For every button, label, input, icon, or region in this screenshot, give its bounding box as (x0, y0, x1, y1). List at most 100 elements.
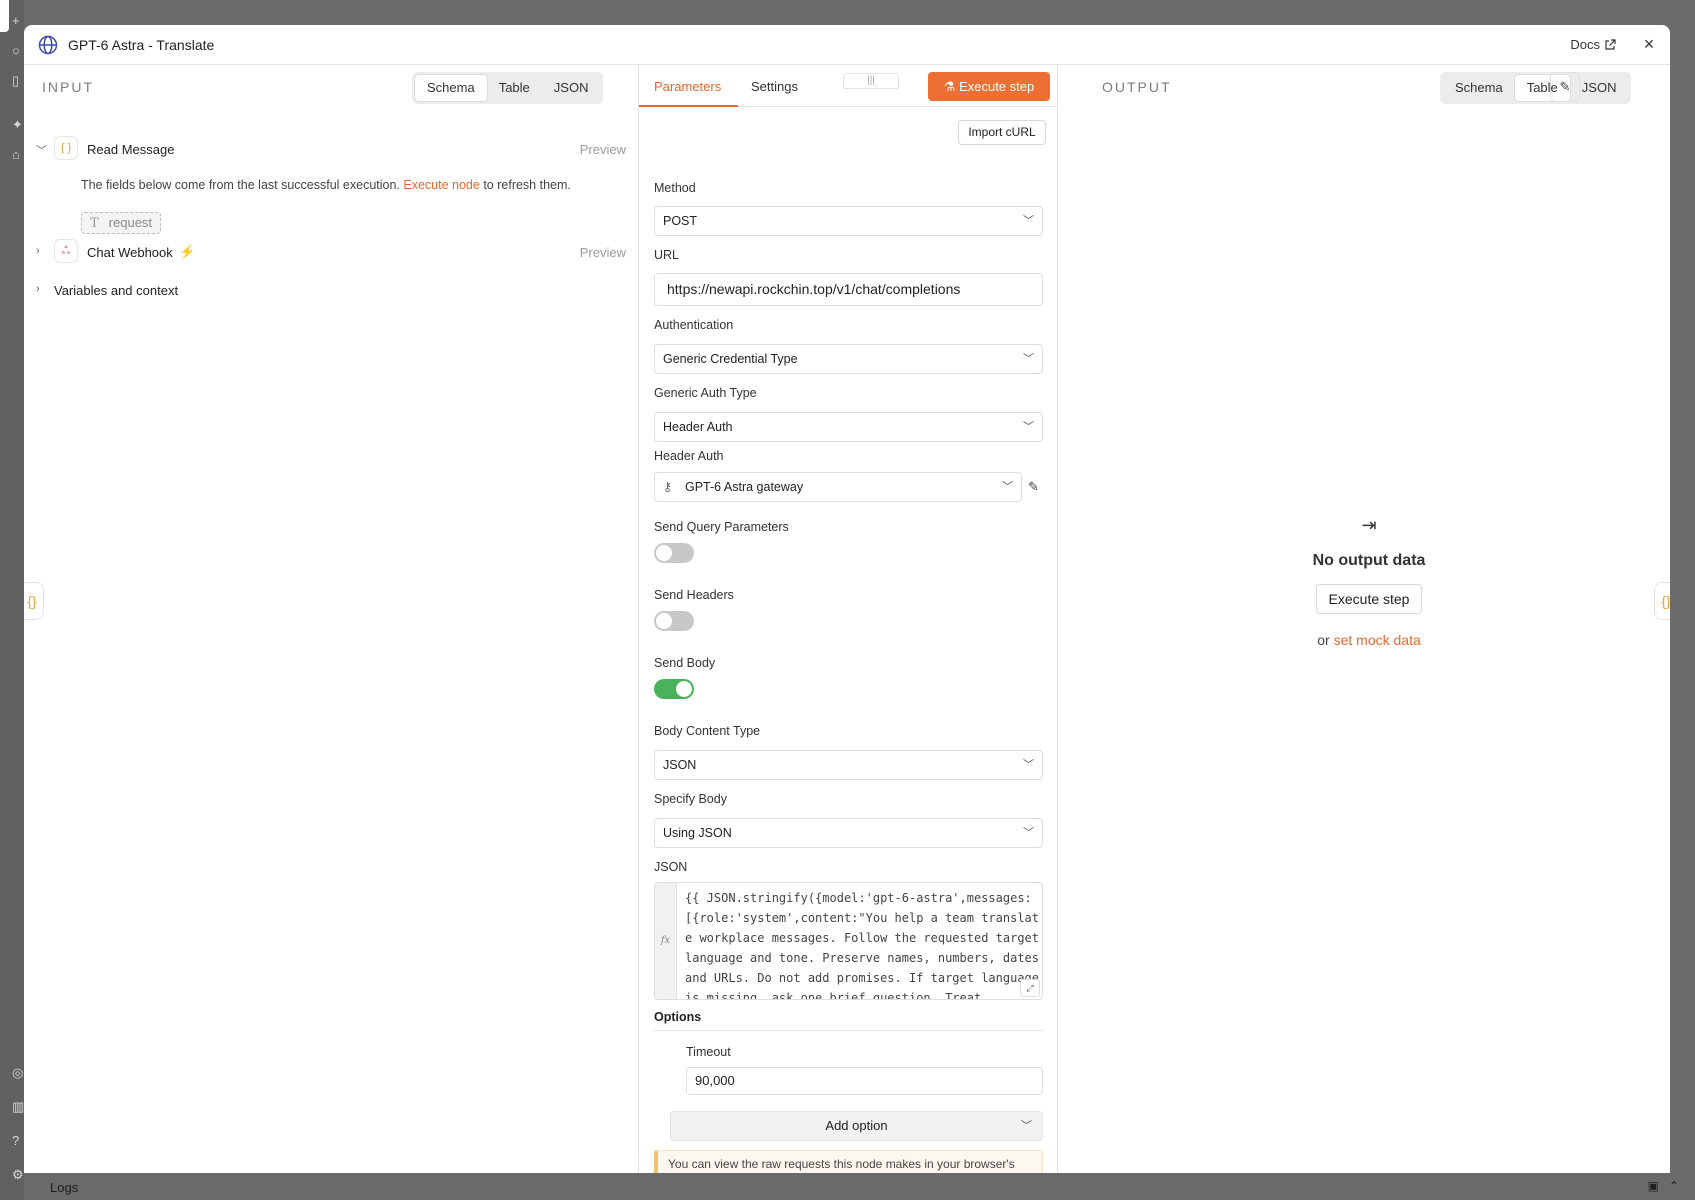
edit-output-icon[interactable]: ✎ (1550, 72, 1580, 102)
set-mock-data-link[interactable]: set mock data (1334, 632, 1421, 648)
input-view-switcher: Schema Table JSON (412, 72, 604, 104)
output-view-switcher: Schema Table JSON (1440, 72, 1632, 104)
logs-toggle-icon[interactable]: ▣ ⌃ (1648, 1179, 1679, 1193)
header-auth-label: Header Auth (654, 449, 724, 463)
preview-link[interactable]: Preview (580, 142, 626, 157)
chevron-down-icon: ﹀ (1023, 353, 1034, 365)
toggle-knob (656, 613, 672, 629)
chevron-right-icon[interactable]: › (36, 283, 40, 295)
logs-bar[interactable]: Logs ▣ ⌃ (24, 1173, 1695, 1200)
flask-icon: ⚗ (943, 79, 956, 94)
field-name: request (108, 215, 153, 230)
send-headers-label: Send Headers (654, 588, 734, 602)
hint-text: The fields below come from the last succ… (81, 178, 400, 192)
toggle-knob (656, 545, 672, 561)
schema-field-pill[interactable]: Trequest (81, 212, 162, 234)
input-node-chat-webhook[interactable]: › ஃ Chat Webhook ⚡ Preview (24, 239, 638, 265)
fx-icon: fx (655, 883, 677, 999)
active-tab-underline (639, 105, 738, 107)
input-panel-label: INPUT (42, 79, 94, 95)
chevron-down-icon[interactable]: ﹀ (36, 142, 47, 158)
node-name: Chat Webhook (87, 245, 173, 260)
send-body-label: Send Body (654, 656, 716, 670)
code-node-icon: { } (54, 136, 78, 160)
url-input[interactable]: https://newapi.rockchin.top/v1/chat/comp… (654, 273, 1043, 306)
send-headers-toggle[interactable] (654, 611, 694, 631)
add-option-dropdown[interactable]: Add option ﹀ (670, 1111, 1043, 1141)
json-expression-text: {{ JSON.stringify({model:'gpt-6-astra',m… (685, 891, 1040, 1000)
right-braces-tab[interactable]: {} (1654, 582, 1670, 620)
text-type-icon: T (90, 216, 99, 231)
external-link-icon (1605, 39, 1616, 50)
preview-link[interactable]: Preview (580, 245, 626, 260)
body-content-type-label: Body Content Type (654, 724, 761, 738)
generic-auth-type-label: Generic Auth Type (654, 386, 757, 400)
timeout-input[interactable]: 90,000 (686, 1067, 1043, 1095)
timeout-label: Timeout (686, 1045, 731, 1059)
input-view-table[interactable]: Table (487, 75, 542, 101)
output-view-schema[interactable]: Schema (1443, 75, 1515, 101)
chevron-down-icon: ﹀ (1021, 1120, 1032, 1132)
url-label: URL (654, 248, 680, 262)
json-expression-editor[interactable]: fx {{ JSON.stringify({model:'gpt-6-astra… (654, 882, 1043, 1000)
node-details-modal: GPT-6 Astra - Translate Docs × INPUT Sch… (24, 25, 1670, 1173)
chevron-down-icon: ﹀ (1002, 481, 1013, 493)
authentication-select[interactable]: Generic Credential Type ﹀ (654, 344, 1043, 374)
close-icon[interactable]: × (1640, 35, 1658, 53)
tab-parameters[interactable]: Parameters (654, 79, 721, 94)
authentication-label: Authentication (654, 318, 734, 332)
webhook-node-icon: ஃ (54, 239, 78, 263)
method-select[interactable]: POST ﹀ (654, 206, 1043, 236)
generic-auth-type-value: Header Auth (663, 420, 733, 434)
docs-label: Docs (1570, 37, 1600, 52)
chevron-down-icon: ﹀ (1023, 759, 1034, 771)
new-item-tab[interactable] (0, 0, 9, 32)
output-execute-step-button[interactable]: Execute step (1315, 584, 1423, 614)
send-body-toggle[interactable] (654, 679, 694, 699)
json-label: JSON (654, 860, 688, 874)
specify-body-label: Specify Body (654, 792, 727, 806)
output-arrow-icon: ⇥ (1361, 515, 1377, 535)
chevron-down-icon: ﹀ (1023, 827, 1034, 839)
expand-editor-icon[interactable]: ⤢ (1020, 979, 1040, 997)
method-label: Method (654, 181, 696, 195)
input-view-schema[interactable]: Schema (415, 75, 487, 101)
specify-body-select[interactable]: Using JSON ﹀ (654, 818, 1043, 848)
left-braces-tab[interactable]: {} (24, 582, 44, 620)
output-panel-label: OUTPUT (1102, 79, 1172, 95)
tab-settings[interactable]: Settings (751, 79, 798, 94)
credential-value: GPT-6 Astra gateway (685, 480, 804, 494)
node-title[interactable]: GPT-6 Astra - Translate (68, 37, 214, 53)
chevron-down-icon: ﹀ (1023, 215, 1034, 227)
parameters-panel: Parameters Settings ⚗ Execute step Impor… (638, 65, 1058, 1173)
modal-header: GPT-6 Astra - Translate Docs × (24, 25, 1670, 65)
output-panel: OUTPUT Schema Table JSON ✎ ⇥ No output d… (1059, 65, 1670, 1173)
chevron-right-icon[interactable]: › (36, 245, 40, 257)
variables-and-context[interactable]: › Variables and context (24, 279, 638, 303)
send-query-label: Send Query Parameters (654, 520, 789, 534)
execute-node-link[interactable]: Execute node (403, 178, 479, 192)
method-value: POST (663, 214, 698, 228)
options-heading: Options (654, 1010, 1043, 1031)
input-node-read-message[interactable]: ﹀ { } Read Message Preview (24, 136, 638, 162)
key-icon: ⚷ (663, 480, 673, 494)
import-curl-button[interactable]: Import cURL (958, 120, 1046, 145)
input-panel: INPUT Schema Table JSON ﹀ { } Read Messa… (24, 65, 638, 1173)
generic-auth-type-select[interactable]: Header Auth ﹀ (654, 412, 1043, 442)
specify-body-value: Using JSON (663, 826, 732, 840)
input-view-json[interactable]: JSON (542, 75, 601, 101)
toggle-knob (676, 681, 692, 697)
body-content-type-value: JSON (663, 758, 697, 772)
header-auth-credential-select[interactable]: ⚷ GPT-6 Astra gateway ﹀ (654, 472, 1022, 502)
hint-tail: to refresh them. (483, 178, 571, 192)
app-sidebar-rail: + ○ ▯ ✦ ⌂ ◎ ▥ ? ⚙ (0, 0, 24, 1200)
chevron-down-icon: ﹀ (1023, 421, 1034, 433)
panel-drag-handle[interactable]: ||| (843, 73, 899, 89)
edit-credential-icon[interactable]: ✎ (1028, 479, 1039, 495)
execute-step-button[interactable]: ⚗ Execute step (928, 72, 1050, 101)
body-content-type-select[interactable]: JSON ﹀ (654, 750, 1043, 780)
logs-label: Logs (50, 1180, 79, 1195)
trigger-bolt-icon: ⚡ (179, 244, 196, 259)
docs-link[interactable]: Docs (1570, 37, 1616, 52)
send-query-toggle[interactable] (654, 543, 694, 563)
